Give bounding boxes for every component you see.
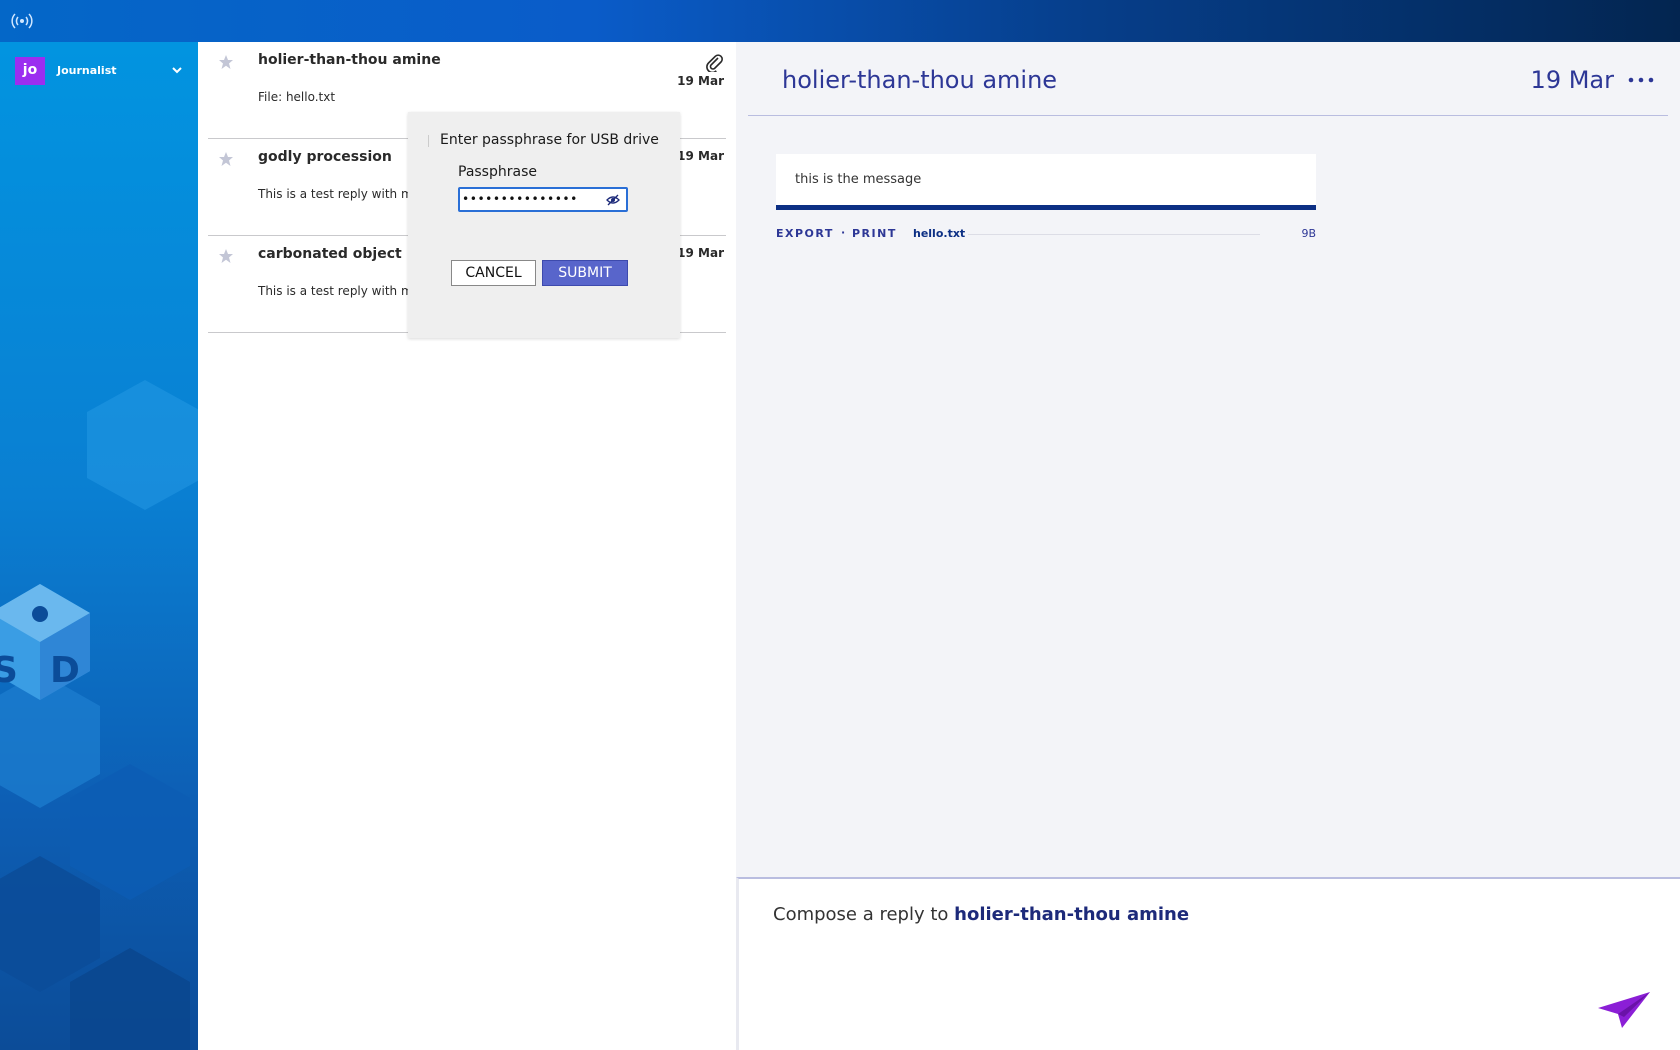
source-name: carbonated object [258,246,402,262]
more-options-icon[interactable] [1628,77,1654,83]
print-button[interactable]: PRINT [852,227,897,240]
star-icon[interactable] [218,151,234,167]
user-menu[interactable]: jo Journalist [15,57,185,85]
file-attachment: EXPORT · PRINT hello.txt 9B [776,225,1316,245]
source-name: holier-than-thou amine [258,52,441,68]
reply-placeholder[interactable]: Compose a reply to holier-than-thou amin… [773,904,1189,925]
submit-button[interactable]: SUBMIT [542,260,628,286]
hexagon-pattern: D S [0,380,198,1050]
top-bar [0,0,1680,42]
passphrase-value: ••••••••••••••• [462,192,578,206]
source-preview: File: hello.txt [258,90,336,104]
conversation-panel: holier-than-thou amine 19 Mar this is th… [736,42,1680,877]
passphrase-label: Passphrase [458,164,537,180]
paperclip-icon [706,54,723,72]
file-divider [968,234,1260,235]
conversation-date: 19 Mar [1530,66,1614,94]
dialog-title: Enter passphrase for USB drive [440,132,659,148]
svg-text:D: D [50,650,80,691]
source-date: 19 Mar [677,149,724,163]
username: Journalist [57,64,117,77]
star-icon[interactable] [218,248,234,264]
passphrase-input[interactable]: ••••••••••••••• [458,187,628,212]
svg-text:S: S [0,650,18,691]
reply-prefix: Compose a reply to [773,904,955,925]
header-divider [748,115,1668,116]
message-text: this is the message [795,172,922,187]
avatar: jo [15,57,45,85]
reply-box[interactable]: Compose a reply to holier-than-thou amin… [736,877,1680,1050]
cancel-button[interactable]: CANCEL [451,260,536,286]
source-date: 19 Mar [677,246,724,260]
sidebar: D S jo Journalist [0,42,198,1050]
separator: · [841,226,846,239]
send-icon[interactable] [1596,990,1652,1030]
usb-passphrase-dialog: Enter passphrase for USB drive Passphras… [408,112,680,338]
source-date: 19 Mar [677,74,724,88]
reply-recipient: holier-than-thou amine [954,904,1190,925]
eye-slash-icon[interactable] [606,194,620,206]
export-button[interactable]: EXPORT [776,227,834,240]
message-bubble: this is the message [776,154,1316,210]
conversation-title: holier-than-thou amine [782,66,1058,94]
source-name: godly procession [258,149,392,165]
star-icon[interactable] [218,54,234,70]
chevron-down-icon[interactable] [171,65,183,75]
broadcast-icon[interactable] [11,12,33,30]
dialog-icon [428,135,434,147]
file-name[interactable]: hello.txt [913,227,965,240]
file-size: 9B [1301,227,1316,240]
